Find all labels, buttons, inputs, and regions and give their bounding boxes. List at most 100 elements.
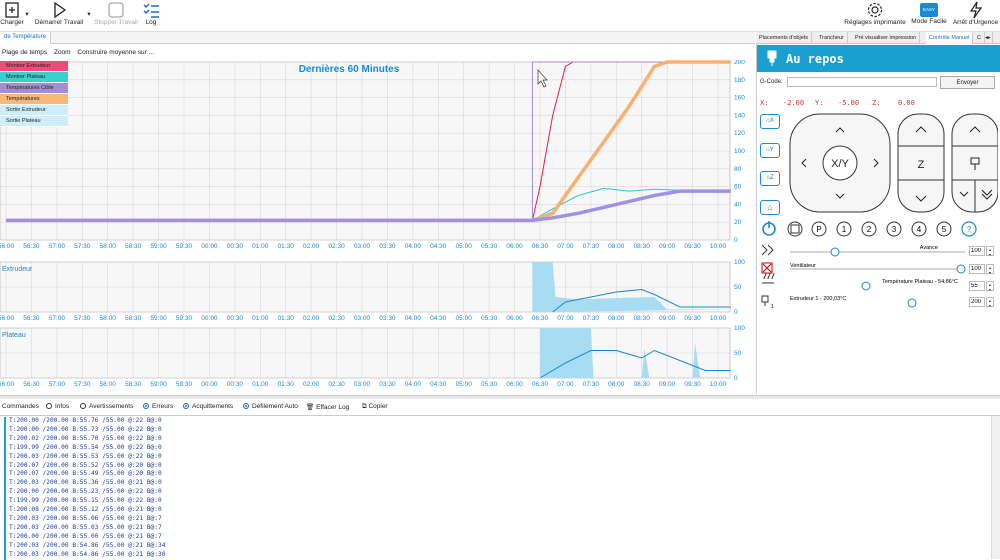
x-tick-label: 01:30 bbox=[278, 315, 295, 322]
x-tick-label: 08:00 bbox=[608, 381, 625, 388]
x-tick-label: 02:30 bbox=[328, 315, 345, 322]
filter-warnings[interactable]: Avertissements bbox=[80, 403, 133, 410]
filter-commands[interactable]: Commandes bbox=[2, 403, 39, 410]
load-button[interactable]: Charger bbox=[0, 1, 24, 26]
x-tick-label: 56:00 bbox=[0, 381, 15, 388]
y-tick-label: 100 bbox=[734, 148, 745, 155]
clear-log-button[interactable]: 🗑 Effacer Log bbox=[306, 403, 349, 411]
x-tick-label: 01:00 bbox=[252, 381, 269, 388]
chart-title: Dernières 60 Minutes bbox=[299, 64, 400, 75]
y-tick-label: 50 bbox=[734, 284, 742, 291]
x-tick-label: 58:30 bbox=[125, 315, 142, 322]
legend-temperatures[interactable]: Températures bbox=[0, 94, 68, 105]
filter-acks[interactable]: Acquittements bbox=[183, 403, 233, 410]
log-line: T:200.03 /200.00 B:55.36 /55.00 @:21 B@:… bbox=[9, 479, 162, 487]
menu-time-range[interactable]: Plage de temps bbox=[2, 49, 47, 56]
y-tick-label: 50 bbox=[734, 350, 742, 357]
log-line: T:200.00 /200.00 B:55.23 /55.00 @:22 B@:… bbox=[9, 488, 162, 496]
fan-spinner[interactable]: ▴ ▾ bbox=[986, 264, 994, 275]
legend-extruder-output[interactable]: Sortie Extrudeur bbox=[0, 105, 68, 116]
menu-zoom[interactable]: Zoom bbox=[54, 49, 71, 56]
extruder-temp-label: Extrudeur 1 - 200,03°C bbox=[790, 296, 846, 302]
bed-temp-spinner[interactable]: ▴ ▾ bbox=[986, 281, 994, 292]
x-tick-label: 06:30 bbox=[532, 243, 549, 250]
bed-temp-slider-thumb[interactable] bbox=[861, 281, 871, 291]
menu-average[interactable]: Construire moyenne sur ... bbox=[77, 49, 154, 56]
z-coord-value: 0.00 bbox=[898, 99, 915, 107]
preset-3-button[interactable]: 3 bbox=[886, 221, 902, 237]
legend-target-temps[interactable]: Températures Cible bbox=[0, 83, 68, 94]
x-tick-label: 10:00 bbox=[710, 315, 727, 322]
right-tab-strip: Placements d'objets Trancheur Pré visual… bbox=[756, 32, 1000, 44]
toggle-autoscroll[interactable]: Défilement Auto bbox=[243, 403, 298, 410]
home-y-button[interactable]: ⌂Y bbox=[760, 143, 780, 158]
legend-show-bed[interactable]: Montrer Plateau bbox=[0, 72, 68, 83]
bed-temp-input[interactable] bbox=[969, 281, 985, 291]
printer-settings-button[interactable]: Réglages imprimante bbox=[843, 1, 907, 26]
splitter[interactable] bbox=[0, 395, 1000, 399]
start-job-button[interactable]: Démarrer Travail bbox=[33, 1, 85, 26]
home-x-button[interactable]: ⌂X bbox=[760, 114, 780, 129]
fan-slider-thumb[interactable] bbox=[956, 264, 966, 274]
gcode-label: G-Code: bbox=[760, 79, 783, 85]
tab-temperature[interactable]: de Température bbox=[0, 32, 51, 44]
fan-input[interactable] bbox=[969, 264, 985, 274]
speed-input[interactable] bbox=[969, 246, 985, 256]
gcode-input[interactable] bbox=[787, 77, 937, 87]
preset-4-button[interactable]: 4 bbox=[911, 221, 927, 237]
legend-bed-output[interactable]: Sortie Plateau bbox=[0, 116, 68, 127]
log-button[interactable]: Log bbox=[140, 1, 162, 26]
x-tick-label: 58:00 bbox=[100, 315, 117, 322]
tab-scroll-arrows[interactable]: ◂▸ bbox=[984, 32, 993, 44]
tab-print-preview[interactable]: Pré visualiser impression bbox=[852, 32, 921, 44]
xy-jog-pad[interactable]: X/Y bbox=[789, 113, 891, 213]
extruder-temp-input[interactable] bbox=[969, 297, 985, 307]
x-tick-label: 56:00 bbox=[0, 315, 15, 322]
tab-slicer[interactable]: Trancheur bbox=[816, 32, 848, 44]
y-tick-label: 0 bbox=[734, 237, 738, 244]
x-tick-label: 06:30 bbox=[532, 381, 549, 388]
speed-spinner[interactable]: ▴ ▾ bbox=[986, 246, 994, 257]
power-button[interactable] bbox=[762, 221, 776, 236]
x-tick-label: 05:00 bbox=[456, 381, 473, 388]
y-coord-value: -5.00 bbox=[838, 99, 860, 107]
speed-slider-thumb[interactable] bbox=[830, 247, 840, 257]
log-line: T:200.00 /200.00 B:55.76 /55.00 @:22 B@:… bbox=[9, 417, 162, 424]
x-tick-label: 03:00 bbox=[354, 381, 371, 388]
preset-5-button[interactable]: 5 bbox=[936, 221, 952, 237]
home-z-button[interactable]: ⌂Z bbox=[760, 171, 780, 186]
legend-show-extruder[interactable]: Montrer Extrudeur bbox=[0, 61, 68, 72]
x-tick-label: 03:00 bbox=[354, 315, 371, 322]
load-dropdown-icon[interactable]: ▾ bbox=[24, 10, 30, 18]
log-scrollbar[interactable] bbox=[991, 416, 1000, 559]
filter-infos[interactable]: Infos bbox=[46, 403, 69, 410]
easy-mode-button[interactable]: EASY Mode Facile bbox=[910, 1, 948, 25]
log-label: Log bbox=[145, 19, 157, 26]
emergency-stop-button[interactable]: Arrêt d'Urgence bbox=[951, 1, 1000, 26]
easy-mode-icon: EASY bbox=[920, 3, 938, 17]
send-gcode-button[interactable]: Envoyer bbox=[940, 76, 995, 89]
park-button[interactable]: P bbox=[811, 221, 827, 237]
home-all-button[interactable]: ⌂ bbox=[760, 200, 780, 215]
xy-label: X/Y bbox=[831, 158, 849, 170]
preset-1-button[interactable]: 1 bbox=[836, 221, 852, 237]
preset-2-button[interactable]: 2 bbox=[861, 221, 877, 237]
extrude-jog-pad[interactable] bbox=[951, 113, 998, 213]
x-tick-label: 09:00 bbox=[659, 243, 676, 250]
help-button[interactable]: ? bbox=[961, 221, 977, 237]
x-tick-label: 04:00 bbox=[405, 315, 422, 322]
x-tick-label: 01:30 bbox=[278, 243, 295, 250]
extruder-temp-slider-thumb[interactable] bbox=[907, 298, 917, 308]
extruder-temp-spinner[interactable]: ▴ ▾ bbox=[986, 297, 994, 308]
preset-1-label: 1 bbox=[842, 225, 847, 234]
stop-motor-button[interactable] bbox=[787, 221, 803, 237]
tab-manual-control[interactable]: Contrôle Manuel bbox=[926, 32, 974, 44]
stop-job-button[interactable]: Stopper Travail bbox=[92, 1, 140, 26]
tab-object-placement[interactable]: Placements d'objets bbox=[756, 32, 813, 44]
copy-log-button[interactable]: ⧉ Copier bbox=[362, 403, 388, 411]
x-tick-label: 06:00 bbox=[506, 381, 523, 388]
filter-errors[interactable]: Erreurs bbox=[143, 403, 173, 410]
x-tick-label: 56:00 bbox=[0, 243, 15, 250]
z-jog-pad[interactable]: Z bbox=[897, 113, 945, 213]
x-tick-label: 00:00 bbox=[201, 243, 218, 250]
